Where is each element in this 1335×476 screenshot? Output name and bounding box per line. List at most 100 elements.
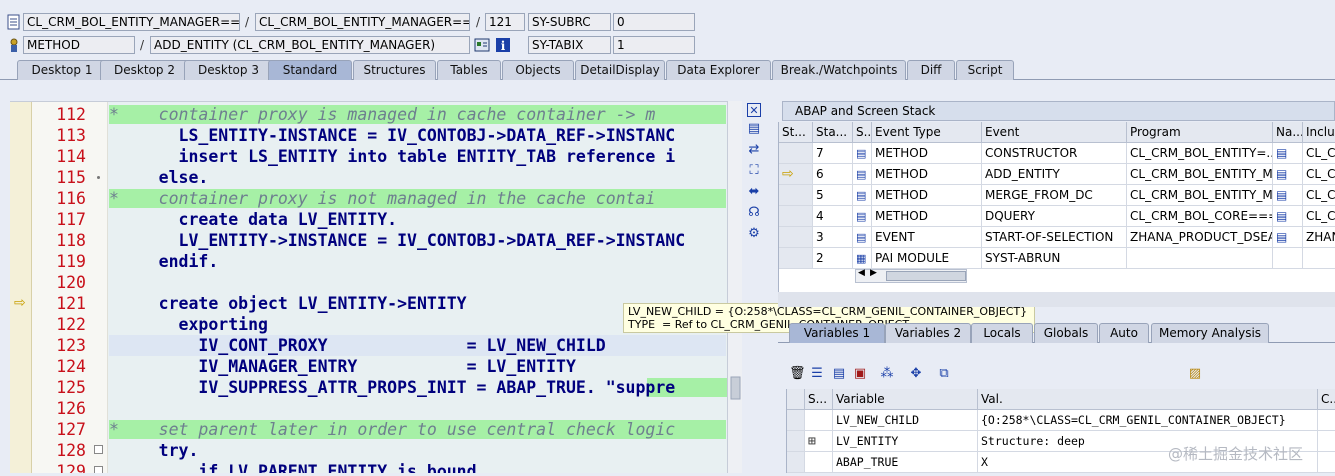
list-remove-icon[interactable]: ▣ (852, 366, 868, 382)
export-icon[interactable]: ⧉ (936, 366, 952, 382)
stack-col-header[interactable]: Na... (1273, 122, 1303, 143)
var-name-cell[interactable]: ABAP_TRUE (833, 452, 978, 473)
tab-globals[interactable]: Globals (1034, 323, 1098, 343)
splitter[interactable] (778, 292, 1335, 307)
var-row-selector[interactable] (787, 452, 805, 473)
tab-breakpoints[interactable]: Break./Watchpoints (772, 60, 906, 80)
stack-include-cell[interactable]: CL_CF (1303, 185, 1335, 206)
save-icon[interactable]: ▨ (1187, 366, 1203, 382)
stack-col-header[interactable]: S... (853, 122, 872, 143)
code-line[interactable]: 126 (10, 398, 742, 419)
code-line[interactable]: 123 IV_CONT_PROXY = LV_NEW_CHILD (10, 335, 742, 356)
vars-col-header[interactable]: Variable (833, 389, 978, 410)
display-object-icon[interactable] (474, 37, 490, 53)
stack-navigate-cell[interactable]: ▤ (1273, 143, 1303, 164)
tab-auto[interactable]: Auto (1099, 323, 1149, 343)
code-line[interactable]: 115 else. (10, 167, 742, 188)
var-change-cell[interactable] (1318, 452, 1335, 473)
stack-event-cell[interactable]: CONSTRUCTOR (982, 143, 1127, 164)
stack-navigate-cell[interactable]: ▤ (1273, 206, 1303, 227)
vars-col-header[interactable]: Val. (978, 389, 1318, 410)
tab-standard[interactable]: Standard (268, 60, 352, 80)
scroll-right-icon[interactable]: ▶ (870, 268, 877, 278)
tab-desktop-2[interactable]: Desktop 2 (100, 60, 189, 80)
scroll-thumb[interactable] (886, 271, 966, 281)
stack-program-cell[interactable]: CL_CRM_BOL_CORE===... (1127, 206, 1273, 227)
stack-type-icon-cell[interactable]: ▤ (853, 227, 872, 248)
navigate-icon[interactable]: ▤ (1276, 167, 1287, 181)
navigate-icon[interactable]: ▤ (1276, 230, 1287, 244)
stack-event-cell[interactable]: START-OF-SELECTION (982, 227, 1127, 248)
var-value-cell[interactable]: {O:258*\CLASS=CL_CRM_GENIL_CONTAINER_OBJ… (978, 410, 1318, 431)
stack-program-cell[interactable]: CL_CRM_BOL_ENTITY_M... (1127, 185, 1273, 206)
line-field[interactable]: 121 (485, 13, 525, 31)
var-row-selector[interactable] (787, 410, 805, 431)
delete-icon[interactable]: 🗑 (789, 366, 806, 382)
stack-row-marker[interactable] (779, 185, 813, 206)
var-row-selector[interactable] (787, 431, 805, 452)
stack-program-cell[interactable]: CL_CRM_BOL_ENTITY_M... (1127, 164, 1273, 185)
stack-event-type-cell[interactable]: PAI MODULE (872, 248, 982, 269)
var-status-cell[interactable] (805, 410, 833, 431)
stack-type-icon-cell[interactable]: ▤ (853, 164, 872, 185)
stack-col-header[interactable]: St... (779, 122, 813, 143)
info-icon[interactable]: i (495, 37, 511, 53)
settings-tool-icon[interactable]: ⚙ (745, 225, 763, 243)
swap-tool-icon[interactable]: ⇄ (745, 141, 763, 159)
tab-diff[interactable]: Diff (907, 60, 955, 80)
navigate-icon[interactable]: ▤ (1276, 209, 1287, 223)
code-line[interactable]: 117 create data LV_ENTITY. (10, 209, 742, 230)
sysvar-value-field[interactable]: 0 (613, 13, 695, 31)
scroll-left-icon[interactable]: ◀ (858, 268, 865, 278)
stack-type-icon-cell[interactable]: ▤ (853, 206, 872, 227)
var-change-cell[interactable] (1318, 410, 1335, 431)
stack-row-marker[interactable] (779, 143, 813, 164)
stack-type-icon-cell[interactable]: ▤ (853, 143, 872, 164)
source-editor[interactable]: 112 * container proxy is managed in cache… (10, 101, 742, 473)
tab-memory-analysis[interactable]: Memory Analysis (1151, 323, 1269, 343)
navigate-icon[interactable]: ✥ (908, 366, 924, 382)
tab-data-explorer[interactable]: Data Explorer (666, 60, 771, 80)
tab-script[interactable]: Script (956, 60, 1014, 80)
code-line[interactable]: 114 insert LS_ENTITY into table ENTITY_T… (10, 146, 742, 167)
var-status-cell[interactable] (805, 452, 833, 473)
var-name-cell[interactable]: LV_ENTITY (833, 431, 978, 452)
stack-navigate-cell[interactable]: ▤ (1273, 185, 1303, 206)
code-line[interactable]: 129 if LV_PARENT_ENTITY is bound (10, 461, 742, 473)
code-line[interactable]: 112 * container proxy is managed in cache… (10, 104, 742, 125)
stack-event-type-cell[interactable]: METHOD (872, 206, 982, 227)
stack-event-cell[interactable]: DQUERY (982, 206, 1127, 227)
sysvar-value-field-2[interactable]: 1 (613, 36, 695, 54)
event-field[interactable]: ADD_ENTITY (CL_CRM_BOL_ENTITY_MANAGER) (150, 36, 470, 54)
stack-col-header[interactable]: Program (1127, 122, 1273, 143)
stack-row-marker[interactable] (779, 248, 813, 269)
stack-level-cell[interactable]: 6 (813, 164, 853, 185)
stack-event-type-cell[interactable]: METHOD (872, 185, 982, 206)
stack-event-type-cell[interactable]: EVENT (872, 227, 982, 248)
stack-level-cell[interactable]: 4 (813, 206, 853, 227)
editor-scrollbar[interactable] (727, 101, 742, 473)
stack-type-icon-cell[interactable]: ▤ (853, 185, 872, 206)
stack-include-cell[interactable]: ZHAN (1303, 227, 1335, 248)
code-line[interactable]: 118 LV_ENTITY->INSTANCE = IV_CONTOBJ->DA… (10, 230, 742, 251)
stack-col-header[interactable]: Inclu (1303, 122, 1335, 143)
stack-event-cell[interactable]: ADD_ENTITY (982, 164, 1127, 185)
code-line[interactable]: 127 * set parent later in order to use ce… (10, 419, 742, 440)
fold-toggle-icon[interactable] (94, 445, 103, 454)
event-type-field[interactable]: METHOD (23, 36, 135, 54)
new-tool-icon[interactable]: ▤ (745, 120, 763, 138)
stack-hscroll[interactable]: ◀ ▶ (855, 268, 967, 283)
include-field[interactable]: CL_CRM_BOL_ENTITY_MANAGER==== (255, 13, 470, 31)
stack-type-icon-cell[interactable]: ▦ (853, 248, 872, 269)
tab-variables-2[interactable]: Variables 2 (885, 323, 971, 343)
tab-desktop-1[interactable]: Desktop 1 (17, 60, 107, 80)
list-icon[interactable]: ☰ (809, 366, 825, 382)
stack-navigate-cell[interactable] (1273, 248, 1303, 269)
stack-col-header[interactable]: Event (982, 122, 1127, 143)
stack-event-cell[interactable]: SYST-ABRUN (982, 248, 1127, 269)
vars-col-header[interactable]: C... (1318, 389, 1335, 410)
stack-navigate-cell[interactable]: ▤ (1273, 164, 1303, 185)
hierarchy-icon[interactable]: ⁂ (879, 366, 895, 382)
tab-objects[interactable]: Objects (502, 60, 574, 80)
tab-desktop-3[interactable]: Desktop 3 (184, 60, 273, 80)
